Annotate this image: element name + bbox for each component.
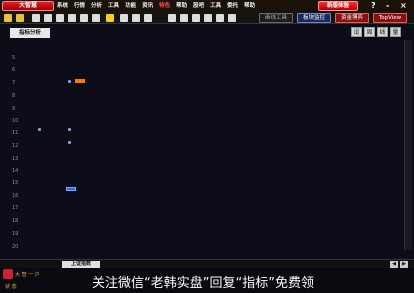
signal-marker-orange bbox=[75, 79, 85, 83]
row-label: 12 bbox=[12, 143, 19, 149]
bottom-tab-bar: 上证指数 ◀ ▶ bbox=[0, 259, 414, 268]
menu-item-4[interactable]: 功能 bbox=[122, 0, 139, 12]
refresh-icon[interactable] bbox=[56, 14, 64, 22]
panel-title-tab[interactable]: 指标分析 bbox=[10, 28, 50, 38]
signal-marker-blue bbox=[66, 187, 76, 191]
data-marker bbox=[68, 141, 71, 144]
period-control[interactable]: 周 bbox=[364, 27, 375, 37]
settings-control[interactable]: 设 bbox=[351, 27, 362, 37]
print-icon[interactable] bbox=[204, 14, 212, 22]
row-label: 8 bbox=[12, 93, 16, 99]
row-label: 16 bbox=[12, 193, 19, 199]
toolbar: 画线工具 板块监控 资金博弈 TopView bbox=[0, 12, 414, 24]
main-panel: 指标分析 设 周 线 量 5 6 7 8 9 10 11 12 13 14 15… bbox=[0, 25, 414, 259]
row-label: 20 bbox=[12, 244, 19, 250]
menu-item-7[interactable]: 帮助 bbox=[173, 0, 190, 12]
row-label: 7 bbox=[12, 80, 16, 86]
row-label: 5 bbox=[12, 55, 16, 61]
menu-bar: 大智慧 系统 行情 分析 工具 功能 资讯 特色 帮助 股吧 工具 委托 帮助 … bbox=[0, 0, 414, 12]
data-marker bbox=[38, 128, 41, 131]
row-label: 9 bbox=[12, 106, 16, 112]
app-logo-button[interactable]: 大智慧 bbox=[2, 1, 54, 11]
volume-control[interactable]: 量 bbox=[390, 27, 401, 37]
data-marker bbox=[68, 80, 71, 83]
export-icon[interactable] bbox=[216, 14, 224, 22]
open-icon[interactable] bbox=[16, 14, 24, 22]
row-label: 17 bbox=[12, 205, 19, 211]
list-icon[interactable] bbox=[132, 14, 140, 22]
forward-icon[interactable] bbox=[44, 14, 52, 22]
row-label: 19 bbox=[12, 231, 19, 237]
row-label: 18 bbox=[12, 218, 19, 224]
menu-item-9[interactable]: 工具 bbox=[207, 0, 224, 12]
menu-item-3[interactable]: 工具 bbox=[105, 0, 122, 12]
topview-button[interactable]: TopView bbox=[373, 13, 407, 23]
vertical-scrollbar[interactable] bbox=[404, 40, 412, 250]
table-icon[interactable] bbox=[92, 14, 100, 22]
help-icon[interactable]: ? bbox=[371, 0, 376, 11]
window-icon[interactable] bbox=[144, 14, 152, 22]
status-text-secondary: 状 态 bbox=[5, 284, 17, 290]
scroll-left-icon[interactable]: ◀ bbox=[390, 261, 398, 268]
row-label: 10 bbox=[12, 118, 19, 124]
menu-item-0[interactable]: 系统 bbox=[54, 0, 71, 12]
menu-item-5[interactable]: 资讯 bbox=[139, 0, 156, 12]
line-control[interactable]: 线 bbox=[377, 27, 388, 37]
menu-item-10[interactable]: 委托 bbox=[224, 0, 241, 12]
minimize-icon[interactable]: - bbox=[386, 0, 389, 11]
chart-icon[interactable] bbox=[80, 14, 88, 22]
row-label: 11 bbox=[12, 130, 19, 136]
close-icon[interactable]: × bbox=[400, 0, 407, 11]
layout-icon[interactable] bbox=[228, 14, 236, 22]
row-label: 13 bbox=[12, 156, 19, 162]
back-icon[interactable] bbox=[32, 14, 40, 22]
watermark-caption: 关注微信“老韩实盘”回复“指标”免费领 bbox=[92, 276, 314, 291]
grid-icon[interactable] bbox=[68, 14, 76, 22]
status-text: 大 智 一 户 bbox=[15, 272, 40, 278]
search-icon[interactable] bbox=[168, 14, 176, 22]
star-icon[interactable] bbox=[106, 14, 114, 22]
data-marker bbox=[68, 128, 71, 131]
edit-icon[interactable] bbox=[120, 14, 128, 22]
folder-icon[interactable] bbox=[4, 14, 12, 22]
row-label: 15 bbox=[12, 180, 19, 186]
menu-item-8[interactable]: 股吧 bbox=[190, 0, 207, 12]
app-status-icon bbox=[3, 269, 13, 279]
menu-item-2[interactable]: 分析 bbox=[88, 0, 105, 12]
sector-monitor-button[interactable]: 板块监控 bbox=[297, 13, 331, 23]
menu-item-6[interactable]: 特色 bbox=[156, 0, 173, 12]
promo-button[interactable]: 新版体验 bbox=[318, 1, 358, 11]
row-label: 14 bbox=[12, 168, 19, 174]
menu-item-11[interactable]: 帮助 bbox=[241, 0, 258, 12]
row-label: 6 bbox=[12, 67, 16, 73]
settings-icon[interactable] bbox=[192, 14, 200, 22]
index-tab[interactable]: 上证指数 bbox=[62, 261, 100, 268]
scroll-right-icon[interactable]: ▶ bbox=[400, 261, 408, 268]
zoom-icon[interactable] bbox=[180, 14, 188, 22]
menu-item-1[interactable]: 行情 bbox=[71, 0, 88, 12]
capital-game-button[interactable]: 资金博弈 bbox=[335, 13, 369, 23]
draw-tools-button[interactable]: 画线工具 bbox=[259, 13, 293, 23]
